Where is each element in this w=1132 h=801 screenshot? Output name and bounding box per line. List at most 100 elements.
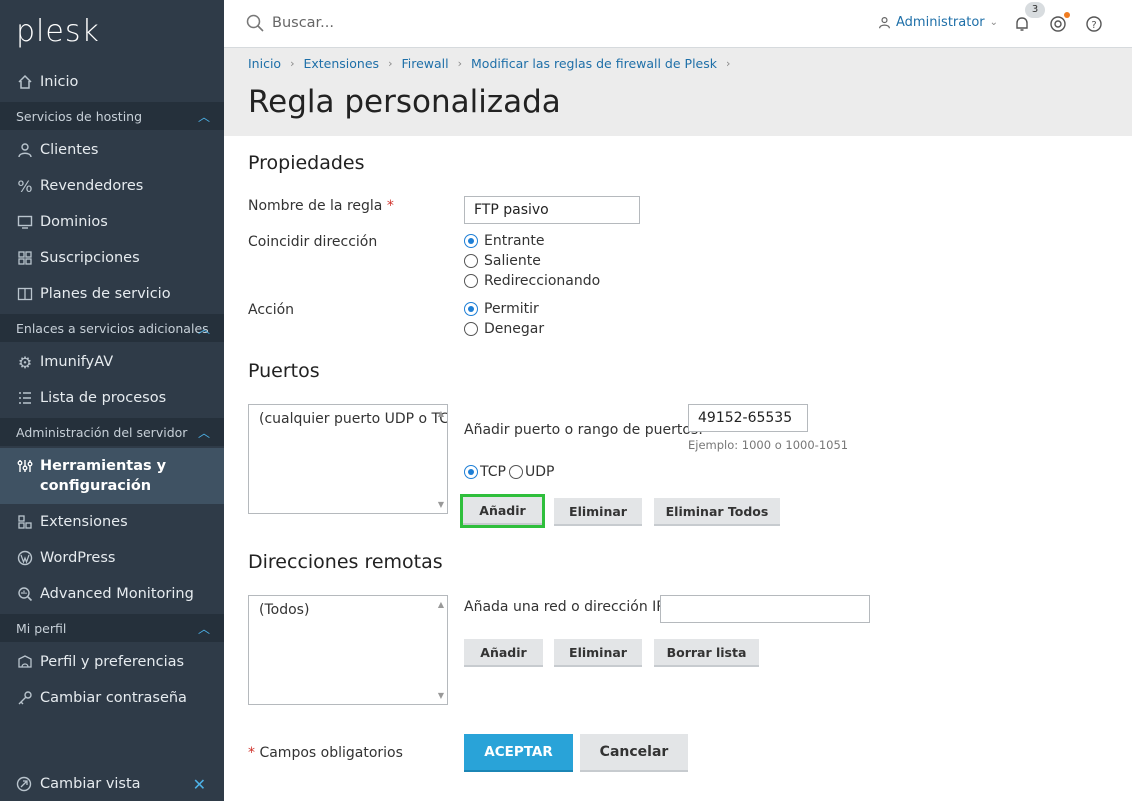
help-button[interactable]: ? — [1084, 14, 1104, 34]
sidebar: plesk Inicio Servicios de hosting ︿ Clie… — [0, 0, 224, 801]
sidebar-item-domains[interactable]: Dominios — [0, 204, 224, 240]
sidebar-item-profile[interactable]: Perfil y preferencias — [0, 644, 224, 680]
sidebar-item-wordpress[interactable]: WordPress — [0, 540, 224, 576]
sidebar-item-monitoring[interactable]: Advanced Monitoring — [0, 576, 224, 612]
gear-icon: ⚙ — [17, 352, 33, 372]
add-ip-button[interactable]: Añadir — [464, 639, 543, 667]
plesk-logo[interactable]: plesk — [16, 14, 100, 49]
action-deny-radio[interactable]: Denegar — [464, 321, 544, 337]
sidebar-item-processes[interactable]: Lista de procesos — [0, 380, 224, 416]
grid-icon — [16, 249, 34, 267]
scroll-up-icon[interactable]: ▲ — [438, 600, 444, 609]
user-icon — [878, 16, 891, 29]
notification-count-badge: 3 — [1025, 2, 1045, 18]
section-server[interactable]: Administración del servidor ︿ — [0, 418, 224, 446]
section-label: Mi perfil — [16, 620, 67, 636]
sidebar-item-subscriptions[interactable]: Suscripciones — [0, 240, 224, 276]
port-field[interactable]: 49152-65535 — [688, 404, 808, 432]
remove-port-button[interactable]: Eliminar — [554, 498, 642, 526]
sidebar-item-label: Perfil y preferencias — [40, 654, 185, 670]
sidebar-item-label: WordPress — [40, 550, 116, 566]
sidebar-item-extensions[interactable]: Extensiones — [0, 504, 224, 540]
svg-text:?: ? — [1091, 20, 1096, 31]
section-links[interactable]: Enlaces a servicios adicionales ︿ — [0, 314, 224, 342]
section-profile[interactable]: Mi perfil ︿ — [0, 614, 224, 642]
direction-forwarding-radio[interactable]: Redireccionando — [464, 273, 600, 289]
sidebar-item-resellers[interactable]: % Revendedores — [0, 168, 224, 204]
remove-ip-button[interactable]: Eliminar — [554, 639, 642, 667]
direction-incoming-radio[interactable]: Entrante — [464, 233, 545, 249]
radio-label: TCP — [480, 464, 506, 480]
rule-name-field[interactable]: FTP pasivo — [464, 196, 640, 224]
sidebar-item-clients[interactable]: Clientes — [0, 132, 224, 168]
bell-icon — [1016, 17, 1028, 31]
user-menu[interactable]: Administrator ⌄ — [878, 15, 998, 30]
remove-all-ports-button[interactable]: Eliminar Todos — [654, 498, 780, 526]
radio-unchecked — [464, 322, 478, 336]
sidebar-item-home[interactable]: Inicio — [0, 64, 224, 100]
sidebar-item-tools[interactable]: Herramientas y configuración — [0, 448, 224, 504]
radio-label: Entrante — [484, 233, 545, 249]
list-item[interactable]: (cualquier puerto UDP o TCP) — [259, 411, 447, 427]
protocol-udp-radio[interactable]: UDP — [509, 464, 554, 480]
sidebar-item-label: Cambiar contraseña — [40, 690, 187, 706]
user-name: Administrator — [896, 15, 985, 30]
chevron-up-icon: ︿ — [197, 622, 210, 636]
radio-checked — [464, 234, 478, 248]
sidebar-item-password[interactable]: Cambiar contraseña — [0, 680, 224, 716]
ports-list[interactable]: (cualquier puerto UDP o TCP) ▲ ▼ — [248, 404, 448, 514]
chevron-right-icon: › — [457, 57, 463, 70]
radio-label: Denegar — [484, 321, 545, 337]
clear-list-button[interactable]: Borrar lista — [654, 639, 759, 667]
user-icon — [16, 141, 34, 159]
protocol-tcp-radio[interactable]: TCP — [464, 464, 506, 480]
sidebar-item-label: Extensiones — [40, 514, 128, 530]
breadcrumb: Inicio › Extensiones › Firewall › Modificar… — [248, 56, 739, 71]
home-icon — [16, 73, 34, 91]
sidebar-item-plans[interactable]: Planes de servicio — [0, 276, 224, 312]
rule-name-label: Nombre de la regla * — [248, 198, 394, 214]
ports-heading: Puertos — [248, 360, 320, 382]
search-box[interactable]: Buscar... — [246, 14, 334, 32]
sidebar-item-label: Clientes — [40, 142, 99, 158]
add-ip-label: Añada una red o dirección IP: — [464, 599, 670, 615]
page-header: Inicio › Extensiones › Firewall › Modificar… — [224, 48, 1132, 136]
direction-label: Coincidir dirección — [248, 234, 378, 250]
accept-button[interactable]: ACEPTAR — [464, 734, 573, 772]
sidebar-item-label: Revendedores — [40, 178, 144, 194]
radio-label: Redireccionando — [484, 273, 601, 289]
scroll-down-icon[interactable]: ▼ — [438, 500, 444, 509]
switch-icon — [16, 776, 34, 792]
tools-icon — [16, 457, 34, 475]
required-note-text: Campos obligatorios — [259, 745, 403, 761]
switch-view-button[interactable]: Cambiar vista ✕ — [0, 767, 224, 801]
breadcrumb-home[interactable]: Inicio — [248, 56, 281, 71]
ip-field[interactable] — [660, 595, 870, 623]
add-port-button[interactable]: Añadir — [460, 494, 545, 528]
sidebar-item-label: Lista de procesos — [40, 390, 167, 406]
sidebar-item-label: Planes de servicio — [40, 286, 171, 302]
breadcrumb-firewall[interactable]: Firewall — [401, 56, 448, 71]
chevron-up-icon: ︿ — [197, 110, 210, 124]
section-hosting[interactable]: Servicios de hosting ︿ — [0, 102, 224, 130]
chevron-up-icon: ︿ — [197, 426, 210, 440]
breadcrumb-extensions[interactable]: Extensiones — [303, 56, 379, 71]
sidebar-item-imunifyav[interactable]: ⚙ ImunifyAV — [0, 344, 224, 380]
remote-addresses-list[interactable]: (Todos) ▲ ▼ — [248, 595, 448, 705]
list-item[interactable]: (Todos) — [259, 602, 309, 618]
sidebar-item-label: Dominios — [40, 214, 108, 230]
scroll-up-icon[interactable]: ▲ — [438, 409, 444, 418]
direction-outgoing-radio[interactable]: Saliente — [464, 253, 541, 269]
radio-label: Permitir — [484, 301, 539, 317]
action-allow-radio[interactable]: Permitir — [464, 301, 539, 317]
close-icon[interactable]: ✕ — [193, 775, 206, 794]
radio-label: Saliente — [484, 253, 541, 269]
label-line-2: configuración — [40, 478, 152, 494]
radio-checked — [464, 302, 478, 316]
profile-icon — [16, 653, 34, 671]
remote-addresses-heading: Direcciones remotas — [248, 551, 443, 573]
cancel-button[interactable]: Cancelar — [580, 734, 688, 772]
search-placeholder: Buscar... — [272, 15, 335, 31]
scroll-down-icon[interactable]: ▼ — [438, 691, 444, 700]
breadcrumb-modify-rules[interactable]: Modificar las reglas de firewall de Ples… — [471, 56, 717, 71]
